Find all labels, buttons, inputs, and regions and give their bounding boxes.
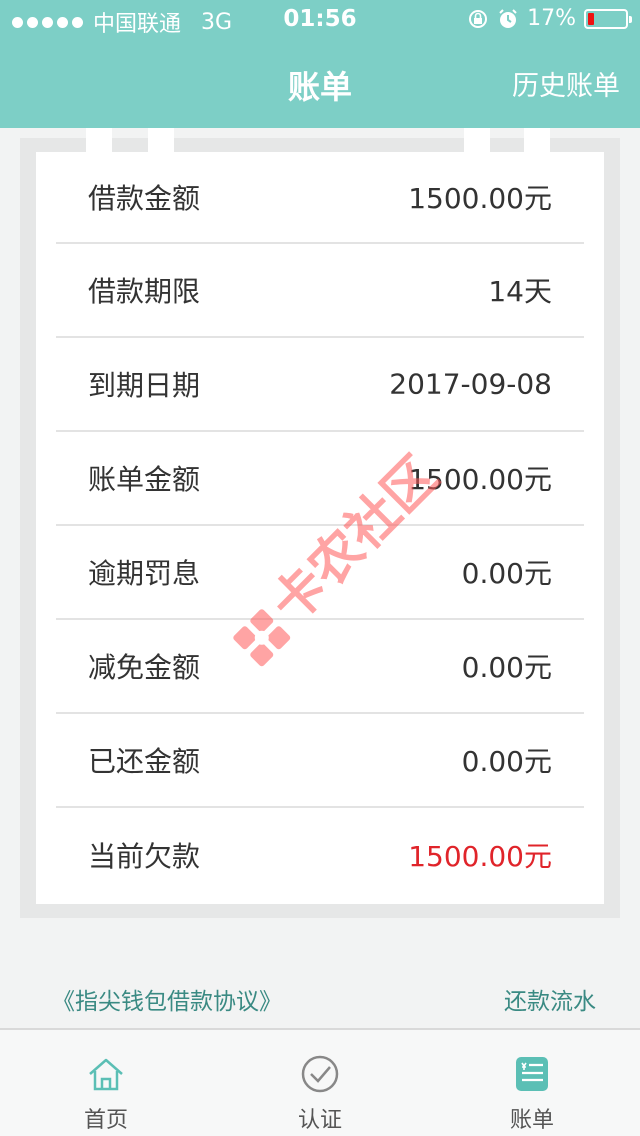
row-label: 到期日期 bbox=[88, 369, 201, 402]
status-right: 17% bbox=[467, 6, 632, 31]
row-label: 已还金额 bbox=[88, 745, 201, 778]
loan-agreement-link[interactable]: 《指尖钱包借款协议》 bbox=[52, 982, 282, 1016]
row-label: 账单金额 bbox=[88, 463, 201, 496]
bill-row-loan-amount: 借款金额 1500.00元 bbox=[56, 152, 584, 244]
status-bar: 中国联通 3G 01:56 17% bbox=[0, 0, 640, 40]
row-value: 0.00元 bbox=[461, 557, 552, 590]
battery-percent: 17% bbox=[527, 6, 576, 31]
tab-verify[interactable]: 认证 bbox=[260, 1030, 380, 1136]
row-label: 借款金额 bbox=[88, 182, 201, 215]
tab-label: 首页 bbox=[83, 1108, 128, 1133]
tab-bills[interactable]: 账单 bbox=[472, 1030, 592, 1136]
check-circle-icon bbox=[301, 1055, 339, 1093]
home-icon bbox=[89, 1058, 123, 1091]
tab-bar: 首页 认证 账单 bbox=[0, 1028, 640, 1136]
rotation-lock-icon bbox=[469, 9, 488, 28]
tab-home[interactable]: 首页 bbox=[46, 1030, 166, 1136]
row-label: 减免金额 bbox=[88, 651, 201, 684]
row-label: 当前欠款 bbox=[88, 840, 201, 873]
repayment-flow-link[interactable]: 还款流水 bbox=[504, 982, 596, 1016]
bill-icon bbox=[516, 1057, 548, 1091]
row-value: 14天 bbox=[488, 275, 552, 308]
history-bills-button[interactable]: 历史账单 bbox=[512, 64, 620, 103]
alarm-icon bbox=[499, 8, 517, 28]
row-value: 2017-09-08 bbox=[389, 367, 552, 401]
row-value: 1500.00元 bbox=[408, 182, 552, 215]
battery-icon bbox=[584, 8, 632, 29]
tab-label: 认证 bbox=[297, 1108, 342, 1133]
bill-row-due-date: 到期日期 2017-09-08 bbox=[56, 338, 584, 432]
row-value: 0.00元 bbox=[461, 651, 552, 684]
bill-row-repaid-amount: 已还金额 0.00元 bbox=[56, 714, 584, 808]
bill-row-current-debt: 当前欠款 1500.00元 bbox=[56, 808, 584, 902]
bill-row-loan-term: 借款期限 14天 bbox=[56, 244, 584, 338]
row-value: 0.00元 bbox=[461, 745, 552, 778]
header: 中国联通 3G 01:56 17% 账单 历史账单 bbox=[0, 0, 640, 128]
row-label: 逾期罚息 bbox=[88, 557, 201, 590]
bill-row-bill-amount: 账单金额 1500.00元 bbox=[56, 432, 584, 526]
row-label: 借款期限 bbox=[88, 275, 201, 308]
bill-row-waived-amount: 减免金额 0.00元 bbox=[56, 620, 584, 714]
battery-fill bbox=[588, 12, 594, 25]
tab-label: 账单 bbox=[509, 1108, 554, 1133]
row-value-highlight: 1500.00元 bbox=[408, 840, 552, 873]
